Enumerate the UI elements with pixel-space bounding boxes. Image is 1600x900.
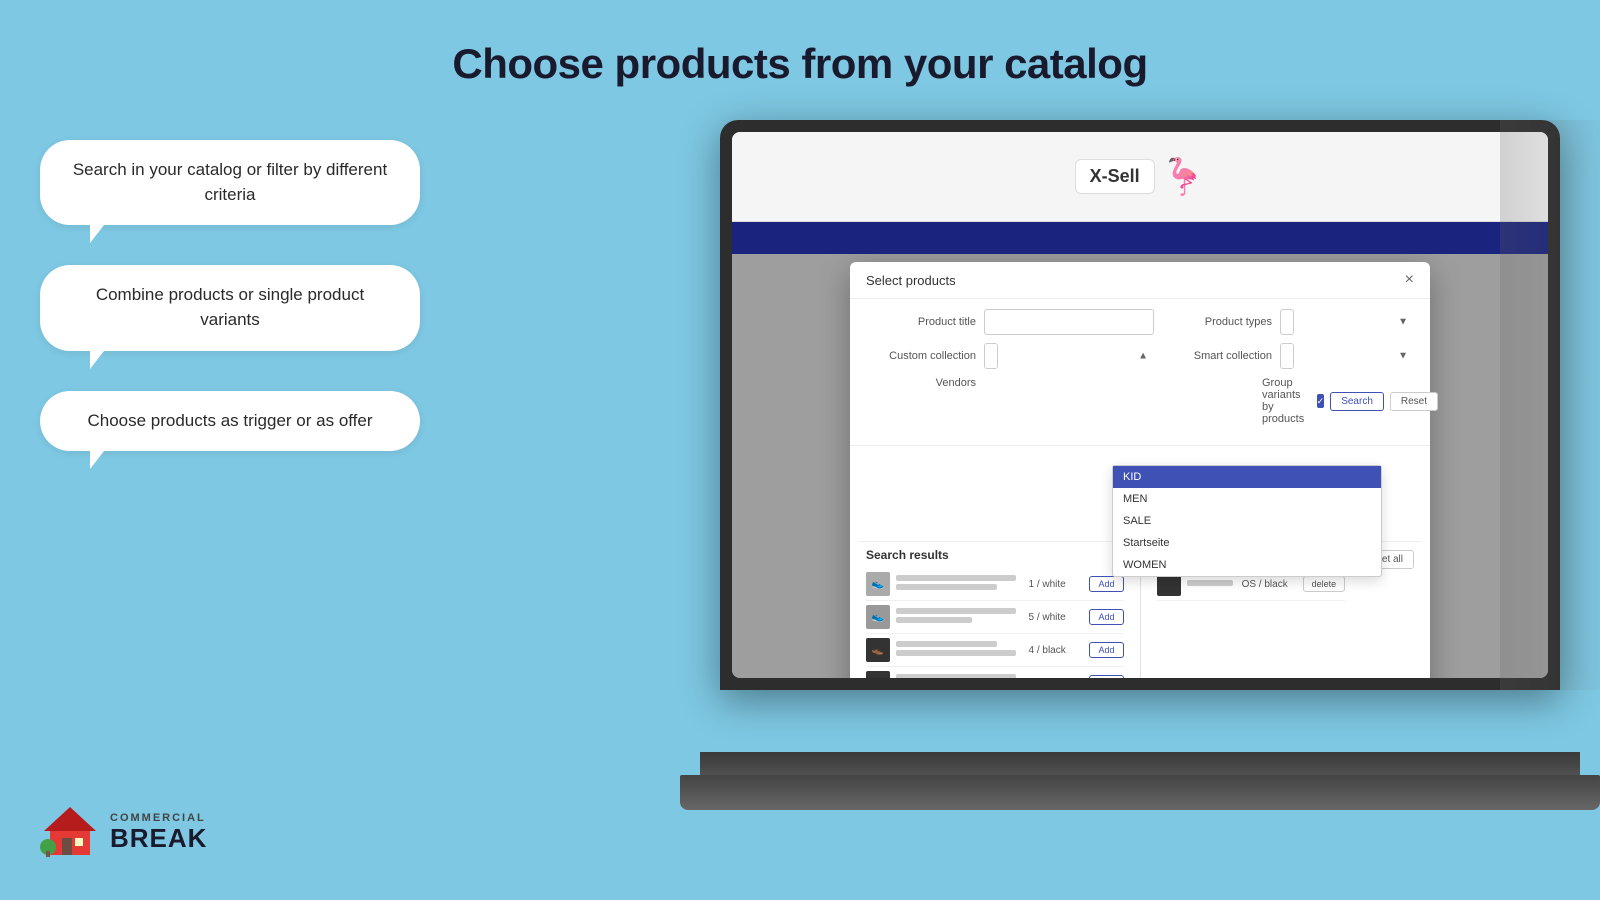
product-title-label: Product title — [866, 316, 976, 328]
result-bar-title-1 — [896, 575, 1016, 581]
result-item-1: 👟 1 / white Add — [866, 568, 1124, 601]
modal-title: Select products — [866, 273, 956, 288]
result-bar-title-4 — [896, 674, 1016, 678]
result-thumb-3: 👞 — [866, 638, 890, 662]
app-nav-bar — [732, 222, 1548, 254]
selected-bars-1 — [1187, 580, 1236, 589]
product-types-select[interactable] — [1280, 309, 1294, 335]
selected-variant-1: OS / black — [1242, 579, 1297, 590]
vendors-label: Vendors — [866, 377, 976, 389]
search-results-list: 👟 1 / white Add — [858, 568, 1132, 678]
search-button[interactable]: Search — [1330, 392, 1384, 411]
result-thumb-4: 👞 — [866, 671, 890, 678]
bubble-trigger-text: Choose products as trigger or as offer — [87, 411, 372, 430]
delete-button-1[interactable]: delete — [1303, 576, 1346, 592]
result-variant-2: 5 / white — [1028, 612, 1083, 623]
result-thumb-1: 👟 — [866, 572, 890, 596]
bubble-combine-text: Combine products or single product varia… — [96, 285, 364, 329]
selected-bar-1 — [1187, 580, 1234, 586]
result-variant-1: 1 / white — [1028, 579, 1083, 590]
laptop-base-bottom — [680, 775, 1600, 810]
modal-close-button[interactable]: × — [1405, 272, 1414, 288]
result-bars-4 — [896, 674, 1022, 678]
vendor-item-startseite[interactable]: Startseite — [1113, 532, 1381, 554]
xsell-badge: X-Sell — [1075, 159, 1155, 194]
result-bar-title-3 — [896, 641, 997, 647]
bubble-search-text: Search in your catalog or filter by diff… — [73, 160, 387, 204]
result-variant-4: 4 / black — [1028, 678, 1083, 679]
select-products-modal: Select products × Product title Product … — [850, 262, 1430, 678]
vendor-item-kid[interactable]: KID — [1113, 466, 1381, 488]
filter-row-2: Custom collection ▲ Smart collection ▼ — [866, 343, 1414, 369]
result-bars-2 — [896, 608, 1022, 626]
bubbles-container: Search in your catalog or filter by diff… — [40, 140, 420, 451]
vendor-item-men[interactable]: MEN — [1113, 488, 1381, 510]
laptop: X-Sell 🦩 Select products × — [700, 120, 1570, 840]
smart-collection-arrow-icon: ▼ — [1398, 351, 1408, 362]
bubble-search: Search in your catalog or filter by diff… — [40, 140, 420, 225]
search-results-col: Search results 👟 1 / white — [850, 541, 1140, 678]
product-title-input[interactable] — [984, 309, 1154, 335]
modal-header: Select products × — [850, 262, 1430, 299]
custom-collection-arrow-icon: ▲ — [1138, 351, 1148, 362]
smart-collection-label: Smart collection — [1162, 350, 1272, 362]
add-button-4[interactable]: Add — [1089, 675, 1123, 678]
logo-break: BREAK — [110, 824, 207, 853]
result-bar-sub-2 — [896, 617, 972, 623]
result-bar-sub-1 — [896, 584, 997, 590]
vendors-dropdown[interactable]: KID MEN SALE Startseite WOMEN — [1112, 465, 1382, 577]
filter-row-3: Vendors KID MEN SALE Startseite WOMEN — [866, 377, 1414, 431]
page-title: Choose products from your catalog — [0, 0, 1600, 88]
bubble-combine: Combine products or single product varia… — [40, 265, 420, 350]
result-thumb-2: 👟 — [866, 605, 890, 629]
reset-button[interactable]: Reset — [1390, 392, 1438, 411]
result-item-4: 👞 4 / black Add — [866, 667, 1124, 678]
flamingo-icon: 🦩 — [1161, 156, 1206, 198]
vendor-item-women[interactable]: WOMEN — [1113, 554, 1381, 576]
result-variant-3: 4 / black — [1028, 645, 1083, 656]
bubble-trigger: Choose products as trigger or as offer — [40, 391, 420, 452]
logo-container: COMMERCIAL BREAK — [40, 805, 207, 860]
result-item-3: 👞 4 / black Add — [866, 634, 1124, 667]
laptop-screen-outer: X-Sell 🦩 Select products × — [720, 120, 1560, 690]
add-button-2[interactable]: Add — [1089, 609, 1123, 625]
group-variants-checkbox[interactable]: ✓ — [1317, 394, 1325, 408]
add-button-3[interactable]: Add — [1089, 642, 1123, 658]
filter-area: Product title Product types ▼ Custom col… — [850, 299, 1430, 446]
app-header: X-Sell 🦩 — [732, 132, 1548, 222]
add-button-1[interactable]: Add — [1089, 576, 1123, 592]
product-types-label: Product types — [1162, 316, 1272, 328]
group-variants-label: Group variants by products — [1262, 377, 1311, 425]
smart-collection-select[interactable] — [1280, 343, 1294, 369]
filter-row-1: Product title Product types ▼ — [866, 309, 1414, 335]
xsell-logo: X-Sell 🦩 — [1075, 156, 1206, 198]
result-item-2: 👟 5 / white Add — [866, 601, 1124, 634]
result-bars-1 — [896, 575, 1022, 593]
result-bars-3 — [896, 641, 1022, 659]
result-bar-sub-3 — [896, 650, 1016, 656]
product-types-arrow-icon: ▼ — [1398, 317, 1408, 328]
group-variants-row: Group variants by products ✓ Search Rese… — [1262, 377, 1438, 425]
logo-house-icon — [40, 805, 100, 860]
vendor-item-sale[interactable]: SALE — [1113, 510, 1381, 532]
result-bar-title-2 — [896, 608, 1016, 614]
search-results-header: Search results — [858, 541, 1132, 568]
custom-collection-label: Custom collection — [866, 350, 976, 362]
logo-text: COMMERCIAL BREAK — [110, 812, 207, 853]
custom-collection-select[interactable] — [984, 343, 998, 369]
laptop-screen-inner: X-Sell 🦩 Select products × — [732, 132, 1548, 678]
app-content: Select products × Product title Product … — [732, 254, 1548, 678]
